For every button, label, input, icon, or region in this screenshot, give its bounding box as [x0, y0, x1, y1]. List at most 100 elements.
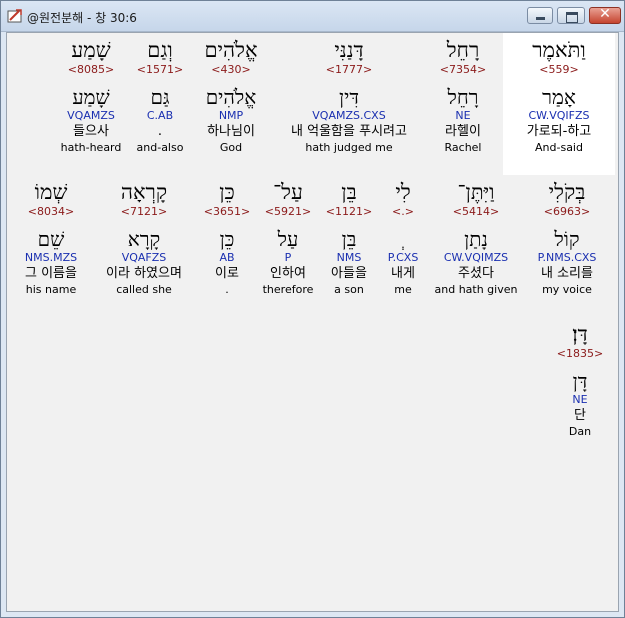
word-cell[interactable]: שָׁמַע <8085> שָׁמַע VQAMZS 들으사 hath-hea… [51, 33, 131, 155]
korean-gloss: 내 소리를 [541, 266, 593, 281]
minimize-button[interactable] [527, 7, 553, 24]
hebrew-root: עַל [277, 227, 299, 251]
hebrew-word: וְגַם [147, 38, 173, 62]
hebrew-word: שְׁמוֹ [34, 180, 68, 204]
hebrew-root: קָרָא [127, 227, 161, 251]
hebrew-root: שֵׁם [37, 227, 65, 251]
strong-number: <.> [392, 205, 414, 218]
korean-gloss: . [157, 124, 163, 139]
parsing-code: CW.VQIFZS [528, 109, 590, 122]
hebrew-root: דָּן [572, 369, 588, 393]
parsing-code: NMS [336, 251, 362, 264]
word-cell[interactable]: שְׁמוֹ <8034> שֵׁם NMS.MZS 그 이름을 his nam… [11, 175, 91, 297]
parsing-code: CW.VQIMZS [443, 251, 509, 264]
hebrew-word: בְּקֹלִי [548, 180, 586, 204]
strong-number: <5414> [452, 205, 500, 218]
hebrew-root: דִּין [339, 85, 359, 109]
word-cell[interactable]: דָּנַנִּי <1777> דִּין VQAMZS.CXS 내 억울함을… [269, 33, 429, 155]
strong-number: <1121> [325, 205, 373, 218]
strong-number: <7121> [120, 205, 168, 218]
hebrew-word: וַיִּתֶּן־ [457, 180, 495, 204]
close-icon: ✕ [599, 6, 611, 22]
strong-number: <5921> [264, 205, 312, 218]
korean-gloss: 내 억울함을 푸시려고 [291, 124, 407, 139]
english-gloss: therefore [262, 283, 314, 296]
parsing-code: VQAMZS.CXS [312, 109, 386, 122]
english-gloss: and-also [136, 141, 184, 154]
parsing-code: P.NMS.CXS [537, 251, 597, 264]
hebrew-root: אָמַר [542, 85, 576, 109]
english-gloss: a son [334, 283, 364, 296]
korean-gloss: 그 이름을 [25, 266, 77, 281]
strong-number: <559> [539, 63, 579, 76]
word-cell[interactable]: קָרְאָה <7121> קָרָא VQAFZS 이라 하였으며 call… [92, 175, 196, 297]
parsing-code: VQAMZS [67, 109, 115, 122]
english-gloss: me [394, 283, 412, 296]
hebrew-word: שָׁמַע [71, 38, 111, 62]
parsing-code: P [284, 251, 292, 264]
korean-gloss: 이라 하였으며 [106, 266, 182, 281]
parsing-code: P.CXS [387, 251, 419, 264]
strong-number: <8034> [27, 205, 75, 218]
korean-gloss: 단 [574, 408, 586, 423]
word-cell[interactable]: דָּן׃ <1835> דָּן NE 단 Dan [550, 317, 610, 439]
app-icon [7, 9, 22, 23]
word-cell[interactable]: וְגַם <1571> גַּם C.AB . and-also [125, 33, 195, 155]
strong-number: <6963> [543, 205, 591, 218]
hebrew-root: קוֹל [554, 227, 580, 251]
english-gloss: my voice [542, 283, 592, 296]
word-cell[interactable]: כֵּן <3651> כֵּן AB 이로 . [199, 175, 255, 297]
hebrew-root: בֵּן [341, 227, 357, 251]
window-title: @원전분해 - 창 30:6 [27, 11, 137, 25]
korean-gloss: 이로 [215, 266, 239, 281]
word-cell[interactable]: בְּקֹלִי <6963> קוֹל P.NMS.CXS 내 소리를 my … [522, 175, 612, 297]
parsing-code: NMS.MZS [24, 251, 78, 264]
strong-number: <3651> [203, 205, 251, 218]
hebrew-root: נָתַן [464, 227, 488, 251]
word-cell[interactable]: וַיִּתֶּן־ <5414> נָתַן CW.VQIMZS 주셨다 an… [430, 175, 522, 297]
app-window: @원전분해 - 창 30:6 ✕ וַתֹּאמֶר <559> אָמַר C… [0, 0, 625, 618]
hebrew-word: וַתֹּאמֶר [532, 38, 586, 62]
word-cell[interactable]: וַתֹּאמֶר <559> אָמַר CW.VQIFZS 가로되-하고 A… [503, 33, 615, 175]
hebrew-root: גַּם [150, 85, 170, 109]
korean-gloss: 인하여 [270, 266, 306, 281]
word-cell[interactable]: לִי <.> ְ P.CXS 내게 me [376, 175, 430, 297]
parsing-code: VQAFZS [121, 251, 167, 264]
english-gloss: called she [116, 283, 172, 296]
strong-number: <1777> [325, 63, 373, 76]
hebrew-word: כֵּן [219, 180, 235, 204]
korean-gloss: 들으사 [73, 124, 109, 139]
word-cell[interactable]: בֵּן <1121> בֵּן NMS 아들을 a son [322, 175, 376, 297]
korean-gloss: 주셨다 [458, 266, 494, 281]
strong-number: <8085> [67, 63, 115, 76]
word-cell[interactable]: עַל־ <5921> עַל P 인하여 therefore [258, 175, 318, 297]
title-bar[interactable]: @원전분해 - 창 30:6 ✕ [1, 1, 624, 32]
hebrew-root: שָׁמַע [72, 85, 110, 109]
strong-number: <1571> [136, 63, 184, 76]
hebrew-word: קָרְאָה [120, 180, 168, 204]
korean-gloss: 내게 [391, 266, 415, 281]
close-button[interactable]: ✕ [589, 6, 621, 24]
parsing-code: NE [572, 393, 588, 406]
english-gloss: and hath given [434, 283, 518, 296]
hebrew-word: דָּנַנִּי [334, 38, 364, 62]
hebrew-word: לִי [395, 180, 411, 204]
english-gloss: hath-heard [60, 141, 122, 154]
english-gloss: Dan [568, 425, 592, 438]
hebrew-word: דָּן׃ [572, 322, 588, 346]
english-gloss: . [225, 283, 229, 296]
korean-gloss: 가로되-하고 [526, 124, 592, 139]
analysis-panel: וַתֹּאמֶר <559> אָמַר CW.VQIFZS 가로되-하고 A… [6, 32, 619, 612]
hebrew-root: ְ [376, 227, 430, 251]
maximize-button[interactable] [557, 7, 585, 24]
hebrew-root: כֵּן [219, 227, 235, 251]
english-gloss: And-said [535, 141, 583, 154]
parsing-code: AB [219, 251, 235, 264]
korean-gloss: 아들을 [331, 266, 367, 281]
hebrew-word: בֵּן [341, 180, 357, 204]
hebrew-word: עַל־ [273, 180, 303, 204]
parsing-code: C.AB [146, 109, 174, 122]
english-gloss: hath judged me [305, 141, 393, 154]
english-gloss: his name [25, 283, 77, 296]
strong-number: <1835> [556, 347, 604, 360]
